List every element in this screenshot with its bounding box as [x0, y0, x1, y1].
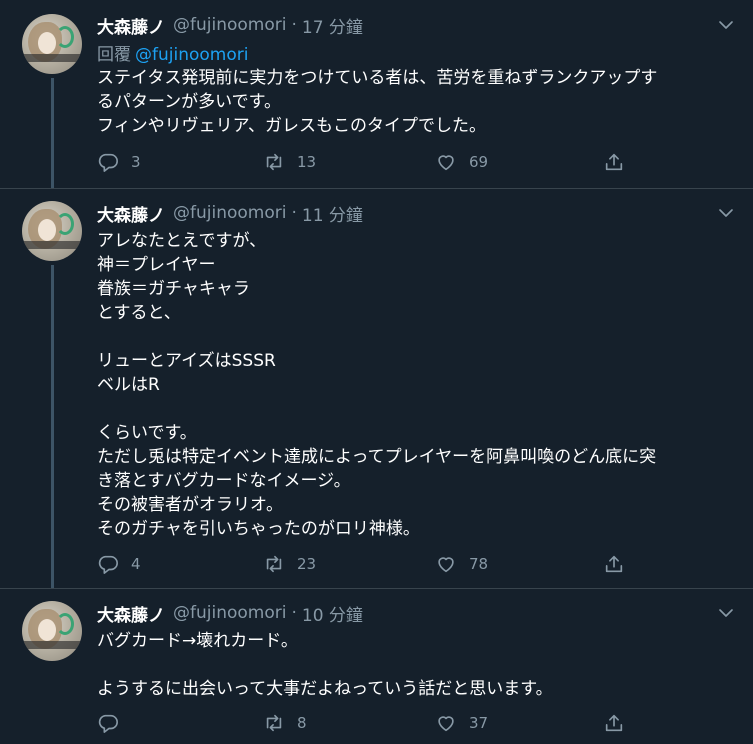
tweet-actions: 4 23 78 [97, 552, 637, 576]
timestamp[interactable]: 17 分鐘 [302, 13, 363, 38]
share-button[interactable] [603, 150, 625, 174]
user-handle[interactable]: @fujinoomori [173, 603, 286, 623]
tweet-text-line: るパターンが多いです。 [97, 92, 281, 112]
reply-count: 3 [131, 153, 141, 171]
avatar[interactable] [22, 201, 82, 261]
separator-dot: · [291, 15, 297, 35]
reply-to-line: 回覆 @fujinoomori [97, 40, 248, 65]
user-handle[interactable]: @fujinoomori [173, 15, 286, 35]
reply-mention-link[interactable]: @fujinoomori [135, 45, 248, 65]
thread-line [51, 78, 54, 188]
tweet-actions: 3 13 69 [97, 150, 637, 174]
tweet-text-line: ステイタス発現前に実力をつけている者は、苦労を重ねずランクアップす [97, 68, 658, 88]
tweet-text-line: き落とすバグカードなイメージ。 [97, 471, 351, 491]
chevron-down-icon[interactable] [717, 604, 735, 622]
tweet-text-line [97, 397, 727, 421]
timeline: 大森藤ノ @fujinoomori · 17 分鐘 回覆 @fujinoomori… [0, 0, 753, 744]
thread-line [51, 265, 54, 589]
timestamp[interactable]: 11 分鐘 [302, 201, 363, 226]
tweet-text-line: フィンやリヴェリア、ガレスもこのタイプでした。 [97, 116, 486, 136]
reply-prefix: 回覆 [97, 45, 131, 65]
retweet-count: 23 [297, 555, 317, 573]
tweet-text-line: ようするに出会いって大事だよねっていう話だと思います。 [97, 679, 553, 699]
reply-button[interactable] [97, 711, 131, 735]
tweet-text-line [97, 325, 727, 349]
like-icon [438, 716, 454, 732]
tweet-text-line: 神＝プレイヤー [97, 255, 216, 275]
reply-icon [98, 555, 118, 574]
tweet-text-line [97, 653, 727, 677]
tweet-text-line: くらいです。 [97, 423, 197, 443]
reply-icon [98, 153, 118, 172]
like-button[interactable]: 37 [435, 711, 488, 735]
separator-dot: · [291, 203, 297, 223]
share-icon [605, 714, 623, 732]
tweet-text: アレなたとえですが、 神＝プレイヤー 眷族＝ガチャキャラ とすると、 リューとア… [97, 229, 727, 541]
tweet-text-line: 眷族＝ガチャキャラ [97, 279, 250, 299]
like-button[interactable]: 69 [435, 150, 488, 174]
separator-dot: · [291, 603, 297, 623]
tweet-text-line: リューとアイズはSSSR [97, 351, 276, 371]
display-name[interactable]: 大森藤ノ [97, 601, 165, 626]
like-button[interactable]: 78 [435, 552, 488, 576]
share-button[interactable] [603, 711, 625, 735]
reply-icon [98, 714, 118, 733]
retweet-button[interactable]: 13 [263, 150, 316, 174]
share-icon [605, 153, 623, 171]
share-button[interactable] [603, 552, 625, 576]
chevron-down-icon[interactable] [717, 16, 735, 34]
user-handle[interactable]: @fujinoomori [173, 203, 286, 223]
retweet-count: 13 [297, 153, 317, 171]
display-name[interactable]: 大森藤ノ [97, 201, 165, 226]
tweet-text-line: とすると、 [97, 303, 181, 323]
retweet-icon [266, 153, 282, 171]
tweet-header: 大森藤ノ @fujinoomori · 17 分鐘 [97, 13, 363, 38]
tweet-actions: 8 37 [97, 711, 637, 735]
like-icon [438, 557, 454, 573]
share-icon [605, 555, 623, 573]
tweet[interactable]: 大森藤ノ @fujinoomori · 11 分鐘 アレなたとえですが、 神＝プ… [0, 188, 753, 589]
avatar[interactable] [22, 14, 82, 74]
tweet-text-line: その被害者がオラリオ。 [97, 495, 283, 515]
tweet-text: ステイタス発現前に実力をつけている者は、苦労を重ねずランクアップす るパターンが… [97, 66, 727, 138]
reply-count: 4 [131, 555, 141, 573]
tweet-header: 大森藤ノ @fujinoomori · 11 分鐘 [97, 201, 363, 226]
tweet-text-line: そのガチャを引いちゃったのがロリ神様。 [97, 519, 420, 539]
timestamp[interactable]: 10 分鐘 [302, 601, 363, 626]
tweet-text-line: ベルはR [97, 375, 160, 395]
tweet-text: バグカード→壊れカード。 ようするに出会いって大事だよねっていう話だと思います。 [97, 629, 727, 701]
retweet-icon [266, 714, 282, 732]
reply-button[interactable]: 3 [97, 150, 141, 174]
retweet-button[interactable]: 23 [263, 552, 316, 576]
like-icon [438, 155, 454, 171]
retweet-button[interactable]: 8 [263, 711, 307, 735]
retweet-icon [266, 555, 282, 573]
tweet[interactable]: 大森藤ノ @fujinoomori · 10 分鐘 バグカード→壊れカード。 よ… [0, 588, 753, 744]
retweet-count: 8 [297, 714, 307, 732]
display-name[interactable]: 大森藤ノ [97, 13, 165, 38]
tweet-text-line: アレなたとえですが、 [97, 231, 267, 251]
tweet-header: 大森藤ノ @fujinoomori · 10 分鐘 [97, 601, 363, 626]
tweet-text-line: ただし兎は特定イベント達成によってプレイヤーを阿鼻叫喚のどん底に突 [97, 447, 657, 467]
avatar[interactable] [22, 601, 82, 661]
like-count: 78 [469, 555, 489, 573]
tweet-text-line: バグカード→壊れカード。 [97, 631, 298, 651]
chevron-down-icon[interactable] [717, 204, 735, 222]
reply-button[interactable]: 4 [97, 552, 141, 576]
like-count: 69 [469, 153, 489, 171]
tweet[interactable]: 大森藤ノ @fujinoomori · 17 分鐘 回覆 @fujinoomori… [0, 0, 753, 188]
like-count: 37 [469, 714, 489, 732]
